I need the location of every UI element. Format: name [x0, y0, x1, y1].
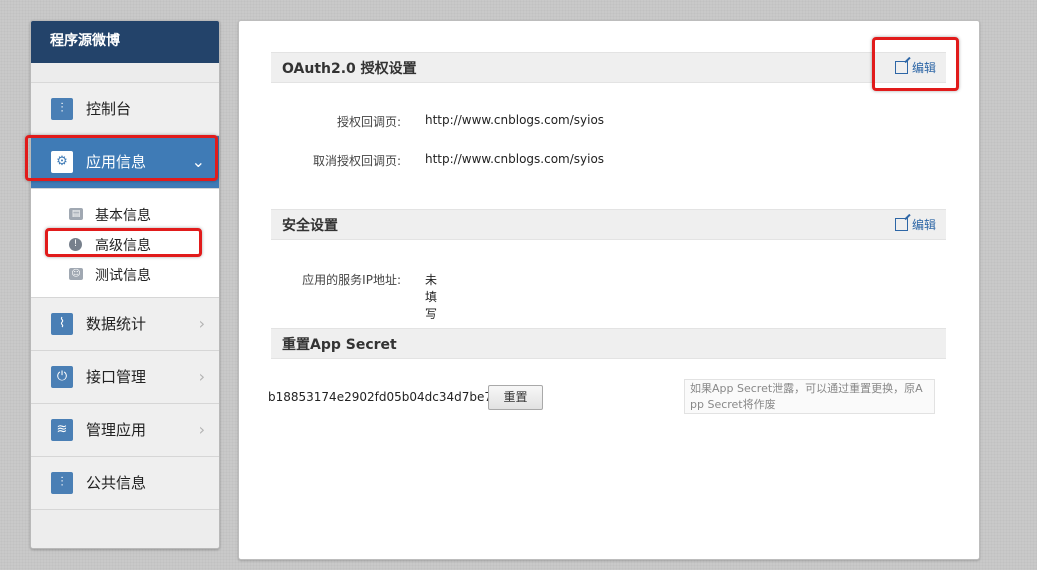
highlight-oauth-edit	[872, 37, 959, 91]
highlight-advanced-info	[45, 228, 202, 257]
sidebar-item-label: 管理应用	[86, 421, 147, 439]
chevron-right-icon: ›	[198, 420, 205, 439]
layers-icon: ≋	[51, 419, 73, 441]
sidebar-item-manage-apps[interactable]: ≋ 管理应用 ›	[31, 404, 219, 457]
secret-tip: 如果App Secret泄露，可以通过重置更换，原App Secret将作废	[684, 379, 935, 414]
main-panel: OAuth2.0 授权设置 编辑 授权回调页: http://www.cnblo…	[238, 20, 980, 560]
plug-icon: ⏻	[51, 366, 73, 388]
security-section-header: 安全设置 编辑	[271, 209, 946, 240]
field-label: 应用的服务IP地址:	[302, 273, 401, 287]
field-value: 未填写	[425, 273, 438, 321]
user-card-icon: ☺	[69, 268, 83, 280]
id-card-icon: ▤	[69, 208, 83, 220]
sub-item-basic-info[interactable]: ▤ 基本信息	[31, 199, 219, 229]
field-value: http://www.cnblogs.com/syios	[425, 113, 605, 127]
edit-icon	[894, 218, 908, 231]
sidebar: 程序源微博 ⫶ 控制台 ⚙ 应用信息 ⌄ ▤ 基本信息 ! 高级信息 ☺ 测试信…	[30, 20, 220, 549]
sidebar-item-label: 公共信息	[86, 474, 147, 492]
sub-item-test-info[interactable]: ☺ 测试信息	[31, 259, 219, 289]
oauth-section-header: OAuth2.0 授权设置 编辑	[271, 52, 946, 83]
section-title: OAuth2.0 授权设置	[282, 61, 417, 77]
section-title: 安全设置	[282, 218, 338, 234]
secret-section-header: 重置App Secret	[271, 328, 946, 359]
app-title: 程序源微博	[31, 21, 219, 63]
sidebar-item-public-info[interactable]: ⫶ 公共信息	[31, 457, 219, 510]
chevron-right-icon: ›	[198, 314, 205, 333]
field-label: 取消授权回调页:	[312, 154, 401, 168]
sidebar-item-statistics[interactable]: ⌇ 数据统计 ›	[31, 298, 219, 351]
sub-item-label: 测试信息	[95, 268, 151, 284]
sub-item-label: 基本信息	[95, 208, 151, 224]
sidebar-item-label: 控制台	[86, 100, 132, 118]
chevron-right-icon: ›	[198, 367, 205, 386]
sliders-icon: ⫶	[51, 472, 73, 494]
highlight-app-info	[25, 135, 218, 181]
app-secret-value: b18853174e2902fd05b04dc34d7be792	[268, 390, 508, 404]
sidebar-item-console[interactable]: ⫶ 控制台	[31, 83, 219, 136]
sidebar-item-api-management[interactable]: ⏻ 接口管理 ›	[31, 351, 219, 404]
dashboard-icon: ⫶	[51, 98, 73, 120]
field-value: http://www.cnblogs.com/syios	[425, 152, 605, 166]
reset-secret-button[interactable]: 重置	[488, 385, 543, 410]
sidebar-item-label: 接口管理	[86, 368, 147, 386]
chart-icon: ⌇	[51, 313, 73, 335]
section-title: 重置App Secret	[282, 337, 397, 353]
security-edit-link[interactable]: 编辑	[894, 216, 936, 233]
sidebar-item-label: 数据统计	[86, 315, 147, 333]
field-label: 授权回调页:	[336, 115, 401, 129]
